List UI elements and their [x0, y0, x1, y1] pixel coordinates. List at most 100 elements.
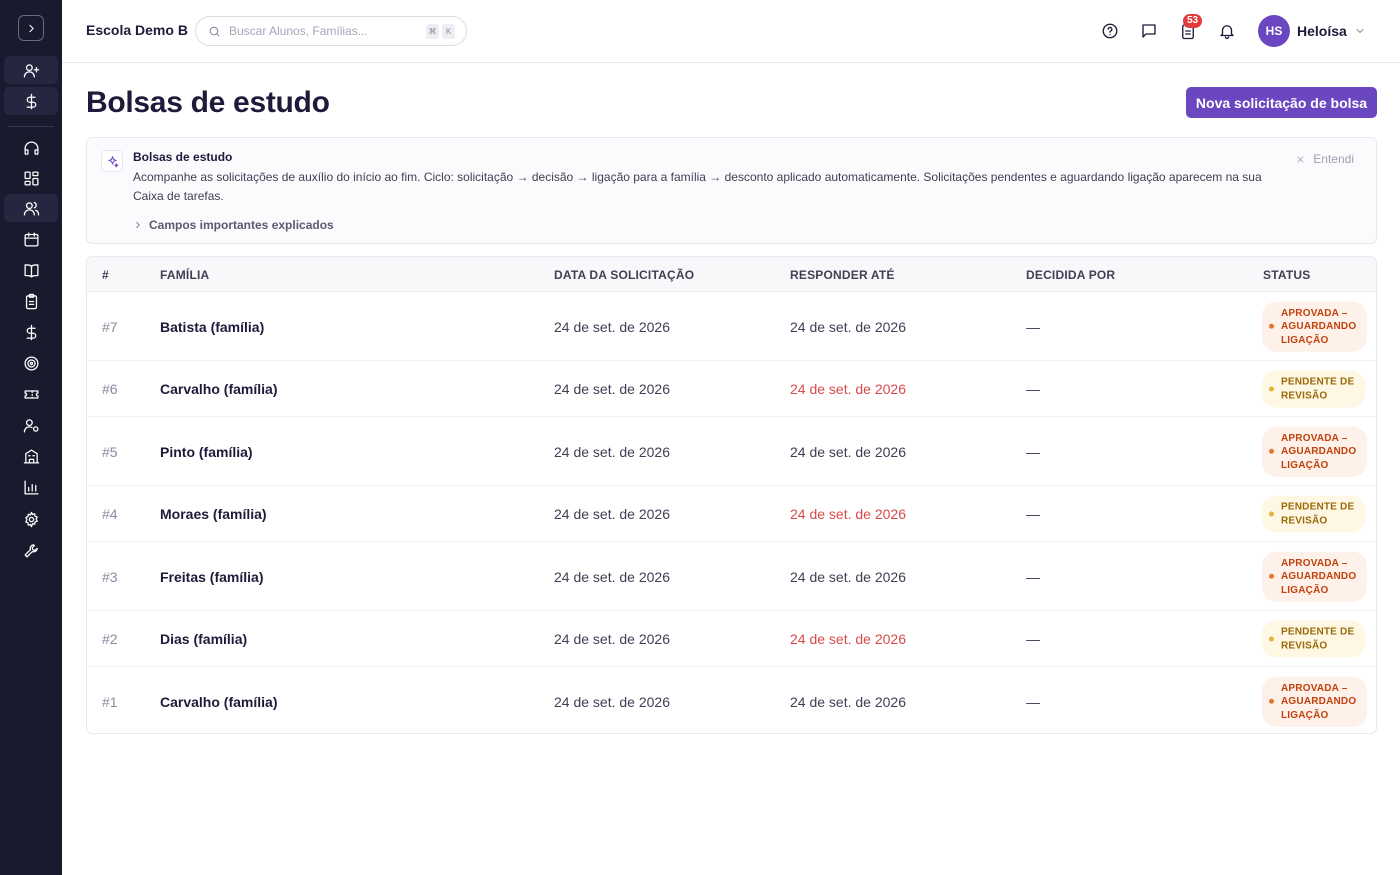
table-row[interactable]: #6 Carvalho (família) 24 de set. de 2026 24…	[87, 361, 1376, 417]
user-name[interactable]: Heloísa	[1297, 23, 1347, 39]
calendar-icon	[23, 231, 39, 247]
family-name[interactable]: Pinto (família)	[160, 444, 253, 460]
decided-by: —	[1026, 318, 1040, 335]
shortcut-key-k: K	[442, 24, 455, 39]
sidebar-item-tasks[interactable]	[4, 287, 58, 315]
decided-by: —	[1026, 381, 1040, 397]
status-label: APROVADA – AGUARDANDO LIGAÇÃO	[1281, 557, 1357, 596]
column-header-number: #	[102, 268, 109, 282]
family-name[interactable]: Carvalho (família)	[160, 694, 277, 710]
respond-by-date: 24 de set. de 2026	[790, 631, 906, 647]
row-number: #4	[102, 506, 118, 522]
chevron-right-icon	[136, 222, 140, 228]
bell-icon	[1220, 25, 1234, 40]
dismiss-button[interactable]: Entendi	[1296, 152, 1354, 166]
sidebar-item-support[interactable]	[4, 134, 58, 162]
respond-by-date: 24 de set. de 2026	[790, 381, 906, 397]
status-label: PENDENTE DE REVISÃO	[1281, 626, 1355, 652]
table-row[interactable]: #7 Batista (família) 24 de set. de 2026 24 …	[87, 292, 1376, 361]
request-date: 24 de set. de 2026	[554, 381, 670, 397]
table-row[interactable]: #2 Dias (família) 24 de set. de 2026 24 de …	[87, 611, 1376, 667]
table-row[interactable]: #4 Moraes (família) 24 de set. de 2026 24 d…	[87, 486, 1376, 542]
fields-explained-label: Campos importantes explicados	[149, 218, 334, 232]
target-icon	[23, 355, 39, 371]
request-date: 24 de set. de 2026	[554, 693, 670, 710]
sidebar-item-families[interactable]	[4, 194, 58, 222]
building-icon	[23, 448, 39, 464]
request-date: 24 de set. de 2026	[554, 568, 670, 585]
decided-by: —	[1026, 443, 1040, 460]
search-input[interactable]	[229, 24, 409, 38]
user-menu-toggle[interactable]	[1354, 24, 1368, 38]
table-header: # FAMÍLIA DATA DA SOLICITAÇÃO RESPONDER …	[87, 257, 1376, 292]
dollar-icon	[26, 324, 36, 340]
row-number: #2	[102, 631, 118, 647]
request-date: 24 de set. de 2026	[554, 631, 670, 647]
chevron-down-icon	[1356, 29, 1364, 33]
user-settings-icon	[23, 418, 39, 433]
respond-by-date: 24 de set. de 2026	[790, 693, 906, 710]
avatar[interactable]: HS	[1258, 15, 1290, 47]
sidebar-item-admissions[interactable]	[4, 56, 58, 84]
sidebar-item-staff[interactable]	[4, 411, 58, 439]
help-icon	[1102, 23, 1118, 39]
sidebar-item-finance[interactable]	[4, 318, 58, 346]
sidebar-divider	[8, 126, 54, 127]
sidebar-item-calendar[interactable]	[4, 225, 58, 253]
new-scholarship-request-button[interactable]: Nova solicitação de bolsa	[1186, 87, 1377, 118]
fields-explained-toggle[interactable]: Campos importantes explicados	[133, 218, 334, 232]
tasks-count-badge: 53	[1183, 14, 1203, 28]
decided-by: —	[1026, 693, 1040, 710]
status-label: PENDENTE DE REVISÃO	[1281, 501, 1355, 527]
messages-button[interactable]	[1138, 20, 1160, 42]
sidebar-item-tickets[interactable]	[4, 380, 58, 408]
gear-icon	[24, 511, 38, 527]
ticket-icon	[23, 389, 39, 399]
request-date: 24 de set. de 2026	[554, 318, 670, 335]
sidebar-item-goals[interactable]	[4, 349, 58, 377]
clipboard-icon	[25, 293, 37, 309]
family-name[interactable]: Carvalho (família)	[160, 381, 277, 397]
family-name[interactable]: Dias (família)	[160, 631, 247, 647]
user-plus-icon	[23, 63, 39, 78]
table-row[interactable]: #3 Freitas (família) 24 de set. de 2026 24 …	[87, 542, 1376, 611]
school-name[interactable]: Escola Demo B	[86, 22, 188, 38]
dashboard-icon	[23, 170, 39, 186]
sidebar-item-tools[interactable]	[4, 536, 58, 564]
status-badge: PENDENTE DE REVISÃO	[1262, 370, 1365, 408]
table-row[interactable]: #1 Carvalho (família) 24 de set. de 2026 24…	[87, 667, 1376, 733]
topbar: Escola Demo B ⌘ K 53 HS Heloísa	[62, 0, 1400, 63]
sidebar-item-courses[interactable]	[4, 256, 58, 284]
sidebar-item-settings[interactable]	[4, 505, 58, 533]
sidebar-item-dashboard[interactable]	[4, 164, 58, 192]
status-dot	[1269, 636, 1274, 642]
status-label: PENDENTE DE REVISÃO	[1281, 376, 1355, 402]
row-number: #1	[102, 693, 118, 710]
scholarship-table: # FAMÍLIA DATA DA SOLICITAÇÃO RESPONDER …	[86, 256, 1377, 734]
info-banner-title: Bolsas de estudo	[133, 150, 233, 164]
family-name[interactable]: Freitas (família)	[160, 569, 263, 585]
table-row[interactable]: #5 Pinto (família) 24 de set. de 2026 24 de…	[87, 417, 1376, 486]
shortcut-key-cmd: ⌘	[426, 24, 439, 39]
respond-by-date: 24 de set. de 2026	[790, 568, 906, 585]
family-name[interactable]: Moraes (família)	[160, 506, 267, 522]
page-title: Bolsas de estudo	[86, 86, 330, 119]
sidebar-item-billing[interactable]	[4, 87, 58, 115]
notifications-button[interactable]	[1216, 20, 1238, 42]
status-dot	[1269, 699, 1274, 704]
row-number: #3	[102, 568, 118, 585]
request-date: 24 de set. de 2026	[554, 443, 670, 460]
info-banner-icon	[101, 150, 123, 172]
headset-icon	[23, 140, 39, 155]
family-name[interactable]: Batista (família)	[160, 319, 264, 335]
search-icon	[209, 26, 220, 36]
bar-chart-icon	[23, 479, 39, 495]
dollar-icon	[26, 93, 36, 109]
help-button[interactable]	[1099, 20, 1121, 42]
search-box[interactable]: ⌘ K	[195, 16, 467, 46]
sidebar-item-school[interactable]	[4, 442, 58, 470]
status-dot	[1269, 386, 1274, 392]
row-number: #5	[102, 443, 118, 460]
sidebar-item-reports[interactable]	[4, 473, 58, 501]
sidebar-expand-button[interactable]	[18, 15, 44, 41]
